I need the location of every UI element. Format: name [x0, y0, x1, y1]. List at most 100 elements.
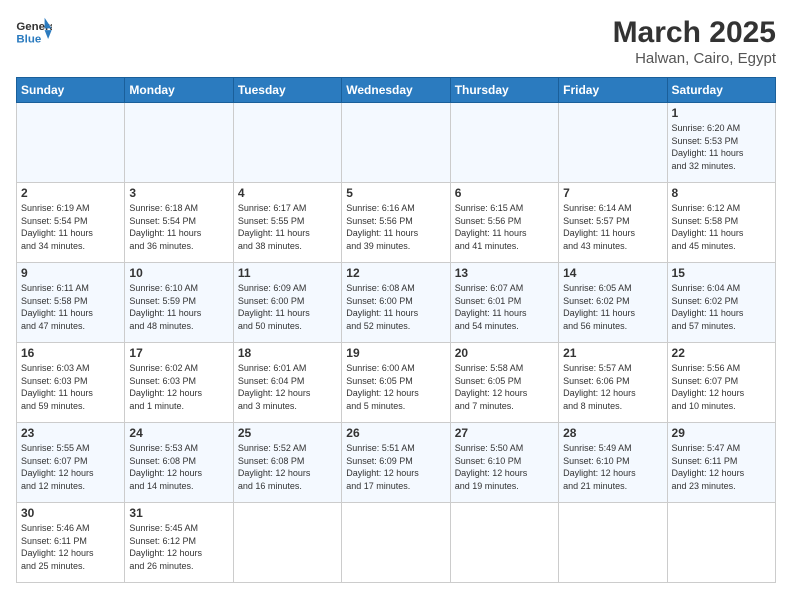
day-info: Sunrise: 5:45 AM Sunset: 6:12 PM Dayligh… [129, 522, 228, 572]
day-info: Sunrise: 5:46 AM Sunset: 6:11 PM Dayligh… [21, 522, 120, 572]
calendar-cell [17, 103, 125, 183]
day-info: Sunrise: 5:52 AM Sunset: 6:08 PM Dayligh… [238, 442, 337, 492]
day-number: 27 [455, 426, 554, 440]
day-number: 3 [129, 186, 228, 200]
header-day-wednesday: Wednesday [342, 78, 450, 103]
calendar-week-2: 2Sunrise: 6:19 AM Sunset: 5:54 PM Daylig… [17, 183, 776, 263]
day-info: Sunrise: 6:04 AM Sunset: 6:02 PM Dayligh… [672, 282, 771, 332]
calendar-cell: 20 Sunrise: 5:58 AM Sunset: 6:05 PM Dayli… [450, 343, 558, 423]
day-number: 9 [21, 266, 120, 280]
calendar-cell: 17 Sunrise: 6:02 AM Sunset: 6:03 PM Dayli… [125, 343, 233, 423]
calendar-cell: 5Sunrise: 6:16 AM Sunset: 5:56 PM Daylig… [342, 183, 450, 263]
day-number: 22 [672, 346, 771, 360]
day-number: 31 [129, 506, 228, 520]
day-info: Sunrise: 6:08 AM Sunset: 6:00 PM Dayligh… [346, 282, 445, 332]
day-number: 21 [563, 346, 662, 360]
calendar-cell: 6Sunrise: 6:15 AM Sunset: 5:56 PM Daylig… [450, 183, 558, 263]
day-number: 15 [672, 266, 771, 280]
day-number: 5 [346, 186, 445, 200]
day-info: Sunrise: 5:50 AM Sunset: 6:10 PM Dayligh… [455, 442, 554, 492]
day-info: Sunrise: 5:58 AM Sunset: 6:05 PM Dayligh… [455, 362, 554, 412]
day-number: 10 [129, 266, 228, 280]
day-number: 20 [455, 346, 554, 360]
calendar-cell: 30 Sunrise: 5:46 AM Sunset: 6:11 PM Dayli… [17, 503, 125, 583]
calendar-cell: 9Sunrise: 6:11 AM Sunset: 5:58 PM Daylig… [17, 263, 125, 343]
calendar-cell: 12 Sunrise: 6:08 AM Sunset: 6:00 PM Dayli… [342, 263, 450, 343]
page-header: General Blue March 2025 Halwan, Cairo, E… [16, 16, 776, 67]
calendar-cell: 10Sunrise: 6:10 AM Sunset: 5:59 PM Dayli… [125, 263, 233, 343]
header-row: SundayMondayTuesdayWednesdayThursdayFrid… [17, 78, 776, 103]
day-number: 2 [21, 186, 120, 200]
header-day-sunday: Sunday [17, 78, 125, 103]
day-number: 16 [21, 346, 120, 360]
calendar-cell: 27 Sunrise: 5:50 AM Sunset: 6:10 PM Dayli… [450, 423, 558, 503]
day-info: Sunrise: 6:17 AM Sunset: 5:55 PM Dayligh… [238, 202, 337, 252]
logo: General Blue [16, 16, 52, 46]
calendar-week-1: 1Sunrise: 6:20 AM Sunset: 5:53 PM Daylig… [17, 103, 776, 183]
day-number: 26 [346, 426, 445, 440]
header-day-friday: Friday [559, 78, 667, 103]
calendar-week-4: 16Sunrise: 6:03 AM Sunset: 6:03 PM Dayli… [17, 343, 776, 423]
svg-text:Blue: Blue [16, 33, 41, 45]
day-number: 19 [346, 346, 445, 360]
day-number: 17 [129, 346, 228, 360]
day-info: Sunrise: 5:53 AM Sunset: 6:08 PM Dayligh… [129, 442, 228, 492]
day-number: 12 [346, 266, 445, 280]
calendar-cell: 13Sunrise: 6:07 AM Sunset: 6:01 PM Dayli… [450, 263, 558, 343]
calendar-cell: 14 Sunrise: 6:05 AM Sunset: 6:02 PM Dayli… [559, 263, 667, 343]
calendar-cell [667, 503, 775, 583]
calendar-week-3: 9Sunrise: 6:11 AM Sunset: 5:58 PM Daylig… [17, 263, 776, 343]
header-day-saturday: Saturday [667, 78, 775, 103]
calendar-cell: 2Sunrise: 6:19 AM Sunset: 5:54 PM Daylig… [17, 183, 125, 263]
day-info: Sunrise: 5:55 AM Sunset: 6:07 PM Dayligh… [21, 442, 120, 492]
calendar-cell: 23Sunrise: 5:55 AM Sunset: 6:07 PM Dayli… [17, 423, 125, 503]
calendar-cell: 25 Sunrise: 5:52 AM Sunset: 6:08 PM Dayli… [233, 423, 341, 503]
day-info: Sunrise: 5:57 AM Sunset: 6:06 PM Dayligh… [563, 362, 662, 412]
calendar-cell [450, 503, 558, 583]
calendar-cell: 24 Sunrise: 5:53 AM Sunset: 6:08 PM Dayli… [125, 423, 233, 503]
calendar-body: 1Sunrise: 6:20 AM Sunset: 5:53 PM Daylig… [17, 103, 776, 583]
day-number: 25 [238, 426, 337, 440]
day-info: Sunrise: 6:20 AM Sunset: 5:53 PM Dayligh… [672, 122, 771, 172]
day-number: 18 [238, 346, 337, 360]
header-day-thursday: Thursday [450, 78, 558, 103]
location: Halwan, Cairo, Egypt [613, 50, 776, 67]
day-number: 30 [21, 506, 120, 520]
calendar-cell [342, 103, 450, 183]
day-number: 4 [238, 186, 337, 200]
calendar-cell: 21 Sunrise: 5:57 AM Sunset: 6:06 PM Dayli… [559, 343, 667, 423]
month-year: March 2025 [613, 16, 776, 50]
day-number: 8 [672, 186, 771, 200]
day-number: 28 [563, 426, 662, 440]
calendar-cell [342, 503, 450, 583]
calendar-cell: 29 Sunrise: 5:47 AM Sunset: 6:11 PM Dayli… [667, 423, 775, 503]
calendar-week-6: 30 Sunrise: 5:46 AM Sunset: 6:11 PM Dayli… [17, 503, 776, 583]
calendar-table: SundayMondayTuesdayWednesdayThursdayFrid… [16, 77, 776, 583]
calendar-cell: 3 Sunrise: 6:18 AM Sunset: 5:54 PM Daylig… [125, 183, 233, 263]
header-day-tuesday: Tuesday [233, 78, 341, 103]
day-number: 7 [563, 186, 662, 200]
day-info: Sunrise: 6:01 AM Sunset: 6:04 PM Dayligh… [238, 362, 337, 412]
day-info: Sunrise: 6:14 AM Sunset: 5:57 PM Dayligh… [563, 202, 662, 252]
header-day-monday: Monday [125, 78, 233, 103]
day-number: 24 [129, 426, 228, 440]
calendar-cell: 8Sunrise: 6:12 AM Sunset: 5:58 PM Daylig… [667, 183, 775, 263]
day-number: 13 [455, 266, 554, 280]
calendar-cell: 7 Sunrise: 6:14 AM Sunset: 5:57 PM Daylig… [559, 183, 667, 263]
day-info: Sunrise: 6:00 AM Sunset: 6:05 PM Dayligh… [346, 362, 445, 412]
calendar-cell [125, 103, 233, 183]
day-info: Sunrise: 6:18 AM Sunset: 5:54 PM Dayligh… [129, 202, 228, 252]
calendar-cell: 1Sunrise: 6:20 AM Sunset: 5:53 PM Daylig… [667, 103, 775, 183]
day-info: Sunrise: 5:49 AM Sunset: 6:10 PM Dayligh… [563, 442, 662, 492]
day-info: Sunrise: 5:47 AM Sunset: 6:11 PM Dayligh… [672, 442, 771, 492]
calendar-cell: 16Sunrise: 6:03 AM Sunset: 6:03 PM Dayli… [17, 343, 125, 423]
calendar-cell [233, 503, 341, 583]
day-info: Sunrise: 6:05 AM Sunset: 6:02 PM Dayligh… [563, 282, 662, 332]
title-block: March 2025 Halwan, Cairo, Egypt [613, 16, 776, 67]
day-info: Sunrise: 5:56 AM Sunset: 6:07 PM Dayligh… [672, 362, 771, 412]
day-number: 14 [563, 266, 662, 280]
day-number: 29 [672, 426, 771, 440]
calendar-header: SundayMondayTuesdayWednesdayThursdayFrid… [17, 78, 776, 103]
calendar-cell: 4 Sunrise: 6:17 AM Sunset: 5:55 PM Daylig… [233, 183, 341, 263]
day-info: Sunrise: 6:02 AM Sunset: 6:03 PM Dayligh… [129, 362, 228, 412]
